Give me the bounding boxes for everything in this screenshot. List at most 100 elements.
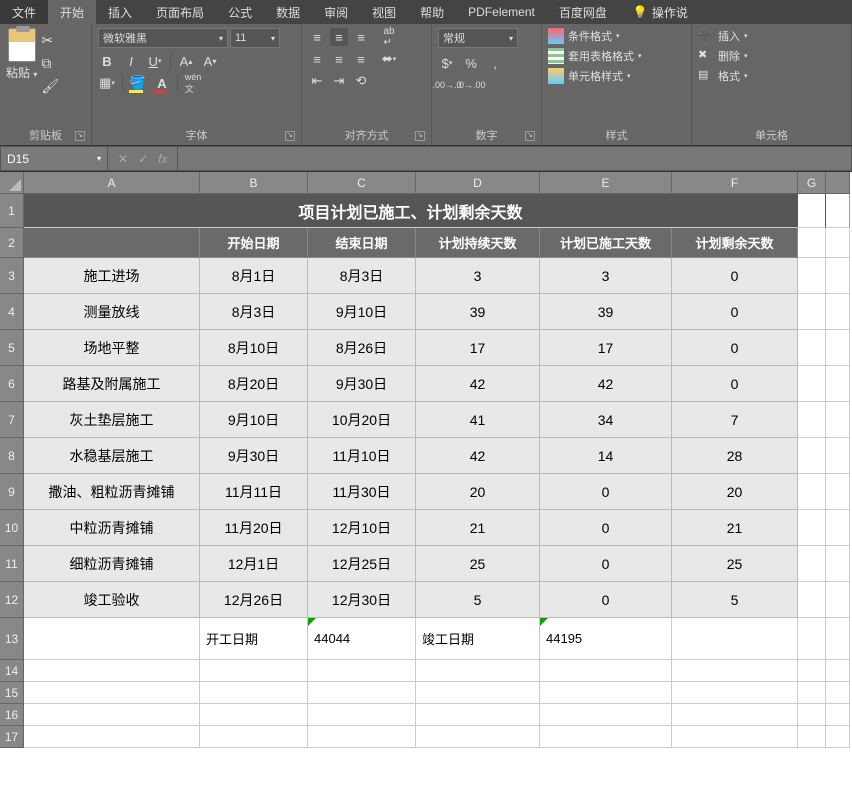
row-header[interactable]: 9: [0, 474, 24, 510]
formula-input[interactable]: [178, 146, 852, 171]
cell[interactable]: [798, 438, 826, 474]
cell[interactable]: 测量放线: [24, 294, 200, 330]
font-color-button[interactable]: A: [153, 74, 171, 92]
font-name-combo[interactable]: 微软雅黑▾: [98, 28, 228, 48]
row-header[interactable]: 15: [0, 682, 24, 704]
cell[interactable]: 11月10日: [308, 438, 416, 474]
cell[interactable]: 计划已施工天数: [540, 228, 672, 258]
cell[interactable]: 9月10日: [200, 402, 308, 438]
format-cells-button[interactable]: ▤格式 ▾: [698, 68, 845, 84]
tab-page-layout[interactable]: 页面布局: [144, 0, 216, 24]
cell[interactable]: 8月1日: [200, 258, 308, 294]
cell[interactable]: 0: [672, 258, 798, 294]
cell[interactable]: [798, 294, 826, 330]
tab-baidu[interactable]: 百度网盘: [547, 0, 619, 24]
cell[interactable]: 计划剩余天数: [672, 228, 798, 258]
cell[interactable]: [826, 366, 850, 402]
cell[interactable]: 9月30日: [308, 366, 416, 402]
align-middle-icon[interactable]: ≡: [330, 28, 348, 46]
insert-cells-button[interactable]: ➕插入 ▾: [698, 28, 845, 44]
cell[interactable]: 44195: [540, 618, 672, 660]
name-box[interactable]: D15▾: [0, 146, 108, 171]
tab-formulas[interactable]: 公式: [216, 0, 264, 24]
cell[interactable]: [798, 618, 826, 660]
cell[interactable]: [24, 682, 200, 704]
orientation-icon[interactable]: ⟲: [352, 72, 370, 90]
cell[interactable]: [798, 726, 826, 748]
cell[interactable]: [200, 704, 308, 726]
row-header[interactable]: 16: [0, 704, 24, 726]
select-all-corner[interactable]: [0, 172, 24, 194]
align-left-icon[interactable]: ≡: [308, 50, 326, 68]
number-format-combo[interactable]: 常规▾: [438, 28, 518, 48]
cell[interactable]: 25: [416, 546, 540, 582]
cell[interactable]: [798, 682, 826, 704]
cell[interactable]: 灰土垫层施工: [24, 402, 200, 438]
wrap-text-icon[interactable]: ab↵: [380, 28, 398, 46]
cell[interactable]: 8月26日: [308, 330, 416, 366]
cell[interactable]: 11月11日: [200, 474, 308, 510]
copy-icon[interactable]: ⧉: [41, 55, 59, 72]
cell[interactable]: 20: [416, 474, 540, 510]
accounting-icon[interactable]: $▾: [438, 54, 456, 72]
tab-file[interactable]: 文件: [0, 0, 48, 24]
cell[interactable]: [798, 546, 826, 582]
cell[interactable]: [798, 582, 826, 618]
cell[interactable]: 场地平整: [24, 330, 200, 366]
cell[interactable]: 11月20日: [200, 510, 308, 546]
cell[interactable]: 17: [416, 330, 540, 366]
cell[interactable]: 9月30日: [200, 438, 308, 474]
row-header[interactable]: 1: [0, 194, 24, 228]
cell[interactable]: 施工进场: [24, 258, 200, 294]
cell[interactable]: [826, 228, 850, 258]
cell[interactable]: [672, 660, 798, 682]
cell[interactable]: [308, 682, 416, 704]
row-header[interactable]: 3: [0, 258, 24, 294]
cell[interactable]: 0: [672, 330, 798, 366]
fx-icon[interactable]: fx: [158, 152, 167, 166]
comma-icon[interactable]: ,: [486, 54, 504, 72]
phonetic-button[interactable]: wén文: [184, 74, 202, 92]
paste-button[interactable]: 粘贴 ▾: [6, 64, 37, 81]
cell[interactable]: 计划持续天数: [416, 228, 540, 258]
cell[interactable]: [672, 618, 798, 660]
cell[interactable]: [200, 726, 308, 748]
cell[interactable]: 20: [672, 474, 798, 510]
column-header[interactable]: E: [540, 172, 672, 194]
cell[interactable]: 中粒沥青摊铺: [24, 510, 200, 546]
tab-help[interactable]: 帮助: [408, 0, 456, 24]
cancel-formula-icon[interactable]: ✕: [118, 152, 128, 166]
column-header[interactable]: A: [24, 172, 200, 194]
merge-center-icon[interactable]: ⬌▾: [380, 50, 398, 68]
cell[interactable]: [826, 330, 850, 366]
cell[interactable]: [24, 228, 200, 258]
cell[interactable]: [798, 402, 826, 438]
cell[interactable]: [308, 704, 416, 726]
column-header[interactable]: D: [416, 172, 540, 194]
cell[interactable]: [798, 474, 826, 510]
cell[interactable]: 路基及附属施工: [24, 366, 200, 402]
column-header[interactable]: F: [672, 172, 798, 194]
cell[interactable]: 21: [416, 510, 540, 546]
cell[interactable]: 12月1日: [200, 546, 308, 582]
clipboard-launcher[interactable]: ↘: [75, 131, 85, 141]
font-launcher[interactable]: ↘: [285, 131, 295, 141]
tell-me[interactable]: 💡 操作说: [627, 0, 694, 24]
cell[interactable]: [826, 682, 850, 704]
cell[interactable]: 0: [672, 294, 798, 330]
cell[interactable]: 0: [540, 474, 672, 510]
cell[interactable]: 5: [672, 582, 798, 618]
worksheet[interactable]: ABCDEFG 1234567891011121314151617 项目计划已施…: [0, 172, 852, 812]
row-header[interactable]: 6: [0, 366, 24, 402]
cell[interactable]: [540, 682, 672, 704]
cell[interactable]: 25: [672, 546, 798, 582]
cell[interactable]: 42: [416, 366, 540, 402]
cell[interactable]: 8月20日: [200, 366, 308, 402]
cell[interactable]: [308, 726, 416, 748]
cell[interactable]: [416, 704, 540, 726]
cell[interactable]: [540, 660, 672, 682]
align-bottom-icon[interactable]: ≡: [352, 28, 370, 46]
column-header[interactable]: C: [308, 172, 416, 194]
cell[interactable]: 水稳基层施工: [24, 438, 200, 474]
cell[interactable]: 41: [416, 402, 540, 438]
